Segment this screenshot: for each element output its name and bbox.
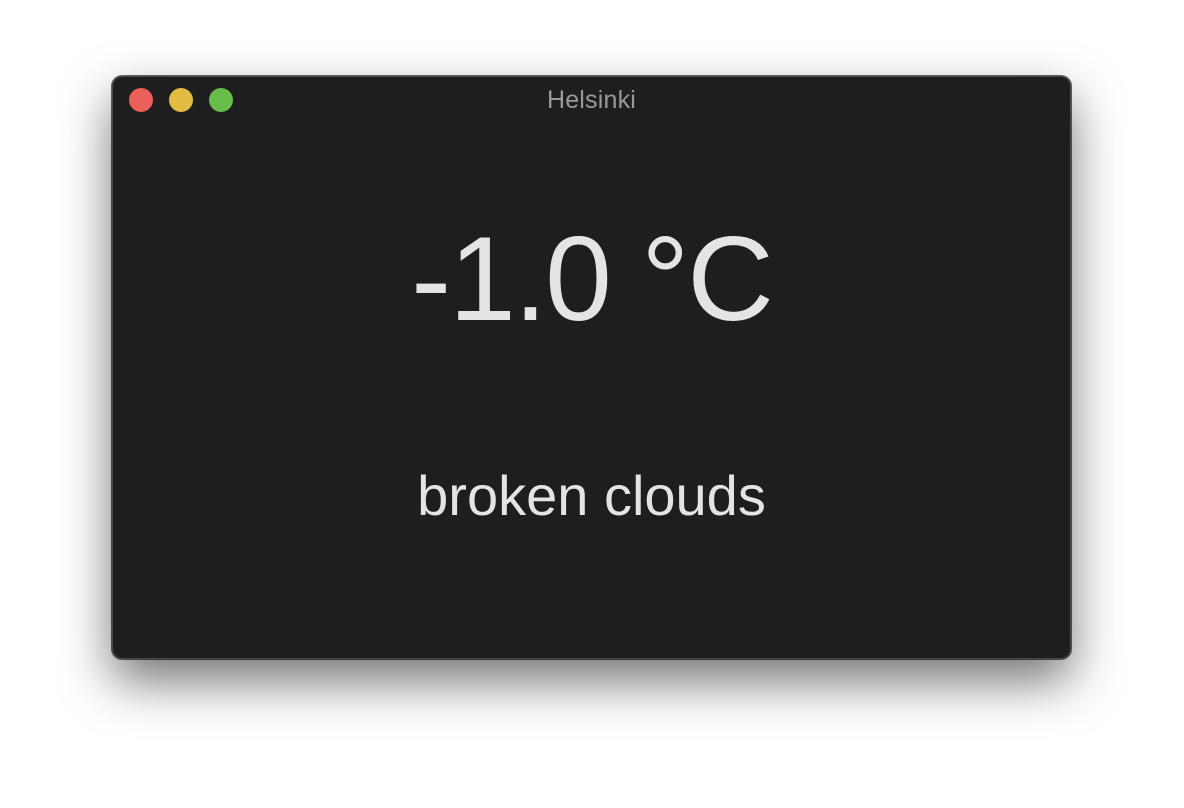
temperature-reading: -1.0 °C bbox=[411, 212, 774, 346]
weather-description: broken clouds bbox=[417, 464, 766, 527]
weather-app-window: Helsinki -1.0 °C broken clouds bbox=[112, 76, 1071, 659]
window-title: Helsinki bbox=[546, 86, 637, 114]
weather-content: -1.0 °C broken clouds bbox=[113, 121, 1070, 658]
window-titlebar[interactable]: Helsinki bbox=[113, 77, 1070, 121]
desktop-background: Helsinki -1.0 °C broken clouds bbox=[0, 0, 1184, 808]
